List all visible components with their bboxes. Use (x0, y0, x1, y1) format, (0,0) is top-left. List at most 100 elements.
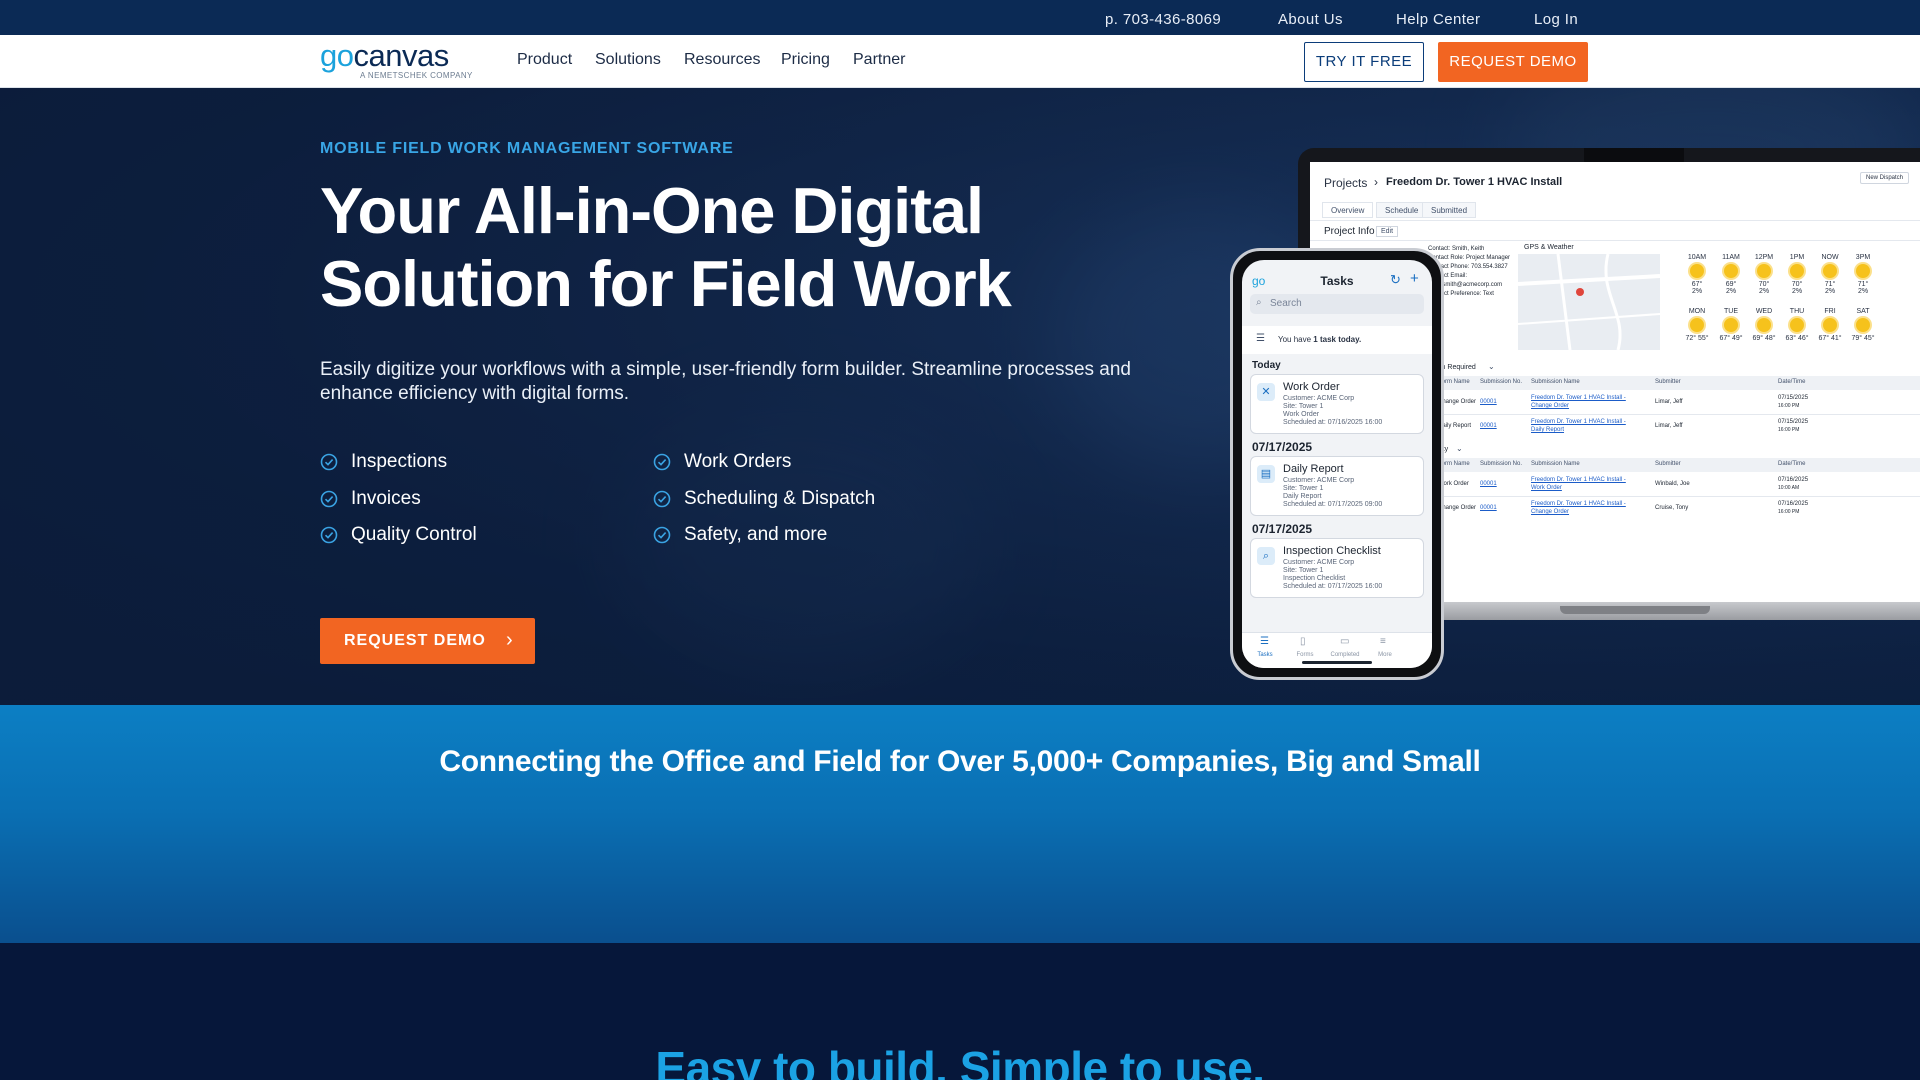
tab-tasks[interactable]: Tasks (1250, 652, 1280, 658)
task-detail: Scheduled at: 07/17/2025 09:00 (1283, 501, 1383, 508)
add-icon[interactable]: + (1410, 270, 1419, 287)
weather-hour: 11AM 69° 2% (1718, 254, 1744, 295)
breadcrumb-projects[interactable]: Projects (1324, 176, 1367, 190)
magnifier-icon: ⌕ (1257, 547, 1275, 565)
task-detail: Inspection Checklist (1283, 575, 1346, 582)
row-submission-name[interactable]: Freedom Dr. Tower 1 HVAC Install - (1531, 501, 1626, 507)
forms-tab-icon[interactable]: ▯ (1300, 636, 1306, 647)
phone-mockup: go Tasks ↻ + ⌕ Search ☰ You have 1 task … (1230, 248, 1444, 680)
row-submission-name[interactable]: Freedom Dr. Tower 1 HVAC Install - (1531, 395, 1626, 401)
tab-overview[interactable]: Overview (1322, 202, 1374, 218)
hour-rain: 2% (1758, 288, 1770, 295)
new-dispatch-button[interactable]: New Dispatch (1860, 172, 1910, 184)
gps-weather-label: GPS & Weather (1524, 244, 1574, 251)
sun-icon (1790, 264, 1804, 278)
row-submission-no[interactable]: 00001 (1480, 481, 1497, 487)
row-submitter: Limar, Jeff (1655, 399, 1683, 405)
day-temps: 79° 45° (1851, 335, 1875, 342)
try-it-free-button[interactable]: TRY IT FREE (1304, 42, 1424, 82)
completed-tab-icon[interactable]: ▭ (1340, 636, 1349, 647)
hour-label: 12PM (1754, 254, 1774, 261)
nav-product[interactable]: Product (517, 51, 572, 69)
partly-cloudy-icon (1690, 318, 1704, 332)
day-temps: 72° 55° (1685, 335, 1709, 342)
row-submission-name-2[interactable]: Change Order (1531, 403, 1569, 409)
col-submitter: Submitter (1655, 379, 1681, 385)
hero-eyebrow: MOBILE FIELD WORK MANAGEMENT SOFTWARE (320, 140, 734, 157)
check-circle-icon (653, 526, 671, 544)
help-center-link[interactable]: Help Center (1396, 11, 1480, 28)
row-submission-no[interactable]: 00001 (1480, 399, 1497, 405)
social-proof-title: Connecting the Office and Field for Over… (439, 745, 1481, 778)
today-heading: Today (1252, 360, 1281, 371)
social-proof-band: Connecting the Office and Field for Over… (0, 705, 1920, 943)
task-card[interactable]: ⌕ Inspection Checklist Customer: ACME Co… (1250, 538, 1424, 598)
feature-label: Scheduling & Dispatch (684, 488, 876, 509)
edit-button[interactable]: Edit (1376, 226, 1399, 237)
row-submission-name-2[interactable]: Work Order (1531, 485, 1562, 491)
hero-request-demo-button[interactable]: REQUEST DEMO › (320, 618, 535, 664)
day-temps: 63° 46° (1785, 335, 1809, 342)
chevron-right-icon: › (506, 629, 513, 651)
sun-icon (1690, 264, 1704, 278)
headline-line-2: Solution for Field Work (320, 247, 1012, 320)
row-submission-name-2[interactable]: Daily Report (1531, 427, 1564, 433)
sun-icon (1823, 318, 1837, 332)
more-tab-icon[interactable]: ≡ (1380, 636, 1386, 647)
check-circle-icon (320, 453, 338, 471)
task-notice: ☰ You have 1 task today. (1242, 326, 1432, 354)
phone-search-input[interactable]: ⌕ Search (1250, 294, 1424, 314)
laptop-foot (1560, 606, 1710, 614)
request-demo-button[interactable]: REQUEST DEMO (1438, 42, 1588, 82)
refresh-icon[interactable]: ↻ (1390, 272, 1401, 288)
map-thumbnail[interactable] (1518, 254, 1660, 350)
nav-resources[interactable]: Resources (684, 51, 760, 69)
row-submission-name[interactable]: Freedom Dr. Tower 1 HVAC Install - (1531, 419, 1626, 425)
hour-temp: 67° (1691, 281, 1703, 288)
notice-prefix: You have (1278, 335, 1314, 344)
nav-pricing[interactable]: Pricing (781, 51, 830, 69)
nav-solutions[interactable]: Solutions (595, 51, 661, 69)
clipboard-icon: ▤ (1257, 465, 1275, 483)
row-submission-no[interactable]: 00001 (1480, 505, 1497, 511)
task-detail: Site: Tower 1 (1283, 403, 1324, 410)
task-detail: Work Order (1283, 411, 1320, 418)
nav-partner[interactable]: Partner (853, 51, 905, 69)
check-circle-icon (653, 490, 671, 508)
tab-submitted[interactable]: Submitted (1422, 202, 1477, 218)
task-card[interactable]: ▤ Daily Report Customer: ACME Corp Site:… (1250, 456, 1424, 516)
tasks-tab-icon[interactable]: ☰ (1260, 636, 1269, 647)
about-us-link[interactable]: About Us (1278, 11, 1343, 28)
check-circle-icon (320, 490, 338, 508)
divider (1310, 220, 1920, 221)
tab-forms[interactable]: Forms (1290, 652, 1320, 658)
chevron-down-icon[interactable]: ⌄ (1456, 444, 1463, 453)
row-submission-no[interactable]: 00001 (1480, 423, 1497, 429)
task-detail: Scheduled at: 07/17/2025 16:00 (1283, 583, 1383, 590)
project-title: Freedom Dr. Tower 1 HVAC Install (1386, 176, 1563, 188)
hour-temp: 69° (1725, 281, 1737, 288)
row-submission-name-2[interactable]: Change Order (1531, 509, 1569, 515)
chevron-down-icon[interactable]: ⌄ (1488, 362, 1495, 371)
day-label: MON (1688, 308, 1706, 315)
divider (1310, 240, 1920, 241)
sun-icon (1856, 264, 1870, 278)
tab-schedule[interactable]: Schedule (1376, 202, 1428, 218)
project-info-heading: Project Info (1324, 226, 1375, 237)
feature-label: Work Orders (684, 451, 792, 472)
tab-completed[interactable]: Completed (1330, 652, 1360, 658)
gocanvas-logo[interactable]: gocanvas A NEMETSCHEK COMPANY (320, 39, 472, 81)
feature-label: Safety, and more (684, 524, 828, 545)
col-date-time: Date/Time (1778, 379, 1806, 385)
phone-number-link[interactable]: p. 703-436-8069 (1105, 11, 1221, 28)
row-submission-name[interactable]: Freedom Dr. Tower 1 HVAC Install - (1531, 477, 1626, 483)
sun-icon (1757, 264, 1771, 278)
log-in-link[interactable]: Log In (1534, 11, 1578, 28)
task-card[interactable]: ✕ Work Order Customer: ACME Corp Site: T… (1250, 374, 1424, 434)
tab-more[interactable]: More (1370, 652, 1400, 658)
hour-label: 1PM (1789, 254, 1805, 261)
sun-icon (1823, 264, 1837, 278)
sun-icon (1757, 318, 1771, 332)
row-date: 07/16/2025 (1778, 501, 1809, 507)
task-title: Work Order (1283, 381, 1340, 393)
